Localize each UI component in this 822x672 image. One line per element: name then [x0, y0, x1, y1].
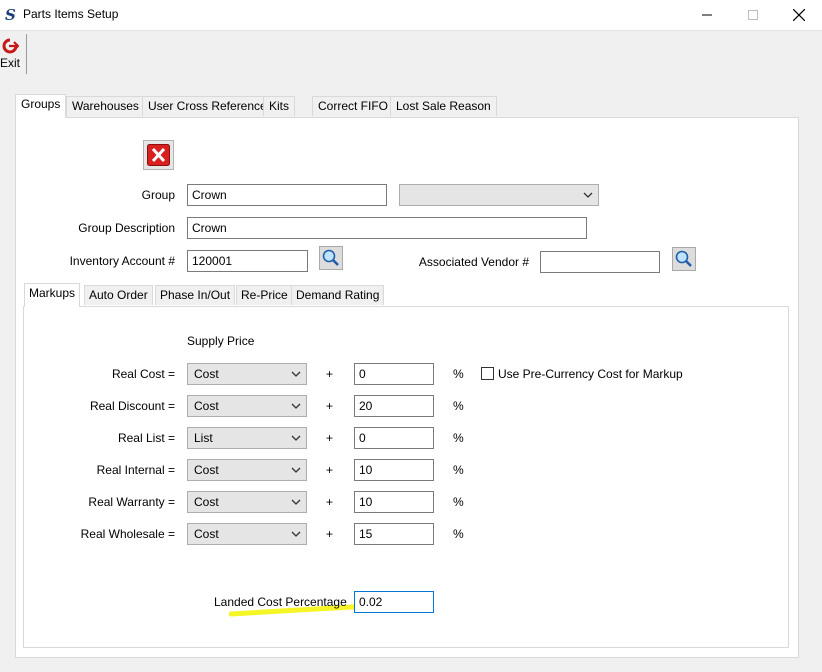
percent-sign: %	[453, 463, 464, 477]
real-list-markup-input[interactable]: 0	[354, 427, 434, 449]
pre-currency-label: Use Pre-Currency Cost for Markup	[498, 367, 683, 381]
group-description-label: Group Description	[78, 221, 175, 235]
percent-sign: %	[453, 527, 464, 541]
exit-button[interactable]: Exit	[0, 36, 24, 72]
tab-groups[interactable]: Groups	[15, 94, 67, 118]
percent-sign: %	[453, 495, 464, 509]
real-list-basis-value: List	[194, 431, 213, 445]
tab-user-cross-reference[interactable]: User Cross Reference	[142, 96, 273, 116]
real-wholesale-label: Real Wholesale =	[80, 527, 175, 541]
chevron-down-icon	[291, 531, 301, 537]
chevron-down-icon	[291, 467, 301, 473]
minimize-button[interactable]	[684, 0, 730, 30]
plus-sign: +	[326, 399, 334, 413]
tab-phase-in-out[interactable]: Phase In/Out	[155, 285, 236, 305]
plus-sign: +	[326, 431, 334, 445]
percent-sign: %	[453, 431, 464, 445]
toolbar-separator	[26, 34, 27, 74]
real-discount-basis-value: Cost	[194, 399, 219, 413]
real-internal-basis-select[interactable]: Cost	[187, 459, 307, 481]
chevron-down-icon	[291, 499, 301, 505]
real-cost-basis-value: Cost	[194, 367, 219, 381]
real-internal-markup-input[interactable]: 10	[354, 459, 434, 481]
real-cost-markup-input[interactable]: 0	[354, 363, 434, 385]
landed-cost-input[interactable]: 0.02	[354, 591, 434, 613]
real-list-label: Real List =	[117, 431, 175, 445]
inventory-account-input[interactable]: 120001	[187, 250, 308, 272]
real-list-basis-select[interactable]: List	[187, 427, 307, 449]
chevron-down-icon	[583, 192, 593, 198]
search-icon	[672, 247, 696, 271]
plus-sign: +	[326, 367, 334, 381]
real-wholesale-basis-value: Cost	[194, 527, 219, 541]
real-wholesale-markup-input[interactable]: 15	[354, 523, 434, 545]
maximize-icon	[748, 10, 758, 20]
toolbar	[0, 30, 822, 76]
real-internal-basis-value: Cost	[194, 463, 219, 477]
inventory-account-label: Inventory Account #	[69, 254, 175, 268]
real-warranty-markup-input[interactable]: 10	[354, 491, 434, 513]
percent-sign: %	[453, 367, 464, 381]
plus-sign: +	[326, 495, 334, 509]
supply-price-header: Supply Price	[187, 334, 255, 348]
group-description-input[interactable]: Crown	[187, 217, 587, 239]
plus-sign: +	[326, 527, 334, 541]
real-internal-label: Real Internal =	[96, 463, 175, 477]
landed-cost-label: Landed Cost Percentage	[214, 595, 347, 609]
tab-warehouses[interactable]: Warehouses	[66, 96, 145, 116]
tab-lost-sale-reason[interactable]: Lost Sale Reason	[390, 96, 497, 116]
chevron-down-icon	[291, 403, 301, 409]
group-input[interactable]: Crown	[187, 184, 387, 206]
real-warranty-basis-select[interactable]: Cost	[187, 491, 307, 513]
minimize-icon	[702, 14, 712, 16]
real-discount-basis-select[interactable]: Cost	[187, 395, 307, 417]
app-icon: S	[5, 6, 16, 24]
inventory-lookup-button[interactable]	[319, 246, 343, 270]
search-icon	[319, 246, 343, 270]
exit-label: Exit	[0, 56, 21, 70]
tab-demand-rating[interactable]: Demand Rating	[291, 285, 385, 305]
tab-auto-order[interactable]: Auto Order	[84, 285, 153, 305]
tab-re-price[interactable]: Re-Price	[236, 285, 293, 305]
tab-correct-fifo[interactable]: Correct FIFO	[312, 96, 395, 116]
real-cost-label: Real Cost =	[111, 367, 175, 381]
pre-currency-checkbox[interactable]	[481, 367, 494, 380]
close-icon	[793, 9, 805, 21]
group-dropdown[interactable]	[399, 184, 599, 206]
vendor-lookup-button[interactable]	[672, 247, 696, 271]
real-warranty-basis-value: Cost	[194, 495, 219, 509]
exit-icon	[2, 38, 19, 54]
plus-sign: +	[326, 463, 334, 477]
real-discount-markup-input[interactable]: 20	[354, 395, 434, 417]
real-warranty-label: Real Warranty =	[88, 495, 175, 509]
chevron-down-icon	[291, 435, 301, 441]
maximize-button[interactable]	[730, 0, 776, 30]
tab-markups[interactable]: Markups	[24, 283, 81, 307]
delete-button[interactable]	[143, 140, 174, 170]
associated-vendor-label: Associated Vendor #	[418, 255, 529, 269]
associated-vendor-input[interactable]	[540, 251, 660, 273]
real-wholesale-basis-select[interactable]: Cost	[187, 523, 307, 545]
group-label: Group	[141, 188, 175, 202]
close-button[interactable]	[776, 0, 822, 30]
tab-kits[interactable]: Kits	[263, 96, 296, 116]
chevron-down-icon	[291, 371, 301, 377]
real-discount-label: Real Discount =	[89, 399, 175, 413]
window-title: Parts Items Setup	[23, 7, 119, 21]
real-cost-basis-select[interactable]: Cost	[187, 363, 307, 385]
percent-sign: %	[453, 399, 464, 413]
delete-icon	[147, 144, 170, 166]
